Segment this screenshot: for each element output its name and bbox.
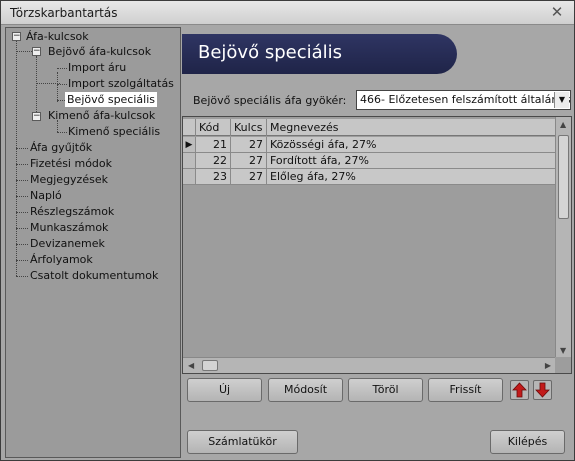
expand-toggle-kimeno-afa-kulcsok[interactable]: −: [32, 112, 41, 121]
scroll-left-icon[interactable]: ◀: [188, 361, 194, 370]
scroll-up-icon[interactable]: ▲: [560, 120, 566, 129]
window-title: Törzskarbantartás: [10, 6, 118, 20]
cell-megnevezes[interactable]: Fordított áfa, 27%: [267, 153, 556, 169]
title-bar[interactable]: Törzskarbantartás ✕: [1, 1, 574, 25]
move-up-button[interactable]: [510, 380, 529, 400]
tree-item-bejovo-specialis[interactable]: Bejövő speciális: [65, 92, 158, 107]
chevron-down-icon[interactable]: ▼: [554, 92, 569, 108]
tree-item-devizanemek[interactable]: Devizanemek: [30, 236, 105, 251]
tree-item-import-szolgaltatas[interactable]: Import szolgáltatás: [68, 76, 174, 91]
cell-kulcs[interactable]: 27: [231, 169, 267, 185]
table-row[interactable]: 22 27 Fordított áfa, 27%: [183, 153, 556, 169]
new-button[interactable]: Új: [187, 378, 262, 402]
vertical-scrollbar[interactable]: ▲ ▼: [555, 117, 571, 357]
arrow-up-icon: [512, 382, 527, 398]
chart-of-accounts-button[interactable]: Számlatükör: [187, 430, 298, 454]
expand-toggle-bejovo-afa-kulcsok[interactable]: −: [32, 47, 41, 56]
move-down-button[interactable]: [533, 380, 552, 400]
horizontal-scroll-thumb[interactable]: [202, 360, 218, 371]
column-header-megnevezes[interactable]: Megnevezés: [267, 119, 556, 136]
vertical-scroll-thumb[interactable]: [558, 135, 569, 219]
arrow-down-icon: [535, 382, 550, 398]
exit-button[interactable]: Kilépés: [490, 430, 565, 454]
column-header-kod[interactable]: Kód: [196, 119, 231, 136]
current-row-indicator: ▶: [183, 137, 196, 153]
scroll-right-icon[interactable]: ▶: [545, 361, 551, 370]
tree-item-munkaszamok[interactable]: Munkaszámok: [30, 220, 108, 235]
tree-item-fizetesi-modok[interactable]: Fizetési módok: [30, 156, 112, 171]
cell-megnevezes[interactable]: Előleg áfa, 27%: [267, 169, 556, 185]
tree-item-megjegyzesek[interactable]: Megjegyzések: [30, 172, 108, 187]
tree-item-csatolt-dokumentumok[interactable]: Csatolt dokumentumok: [30, 268, 158, 283]
tree-item-kimeno-afa-kulcsok[interactable]: Kimenő áfa-kulcsok: [48, 108, 155, 123]
tree-item-import-aru[interactable]: Import áru: [68, 60, 126, 75]
root-account-select[interactable]: 466- Előzetesen felszámított általános f…: [356, 90, 571, 110]
delete-button[interactable]: Töröl: [348, 378, 423, 402]
row-indicator: [183, 169, 196, 185]
cell-kod[interactable]: 21: [196, 137, 231, 153]
refresh-button[interactable]: Frissít: [428, 378, 503, 402]
scroll-down-icon[interactable]: ▼: [560, 346, 566, 355]
expand-toggle-afa-kulcsok[interactable]: −: [12, 32, 21, 41]
page-title: Bejövő speciális: [198, 42, 343, 63]
root-account-value: 466- Előzetesen felszámított általános f…: [360, 93, 571, 106]
tree-item-reszlegszamok[interactable]: Részlegszámok: [30, 204, 114, 219]
modify-button[interactable]: Módosít: [268, 378, 343, 402]
cell-kulcs[interactable]: 27: [231, 137, 267, 153]
table-row[interactable]: ▶ 21 27 Közösségi áfa, 27%: [183, 137, 556, 153]
tree-item-kimeno-specialis[interactable]: Kimenő speciális: [68, 124, 160, 139]
tree-item-bejovo-afa-kulcsok[interactable]: Bejövő áfa-kulcsok: [48, 44, 151, 59]
tree-item-afa-gyujtok[interactable]: Áfa gyűjtők: [30, 140, 92, 155]
row-indicator: [183, 153, 196, 169]
tree-item-naplo[interactable]: Napló: [30, 188, 62, 203]
grid-header: Kód Kulcs Megnevezés: [183, 119, 556, 136]
navigation-tree: − Áfa-kulcsok − Bejövő áfa-kulcsok Impor…: [5, 27, 181, 458]
cell-megnevezes[interactable]: Közösségi áfa, 27%: [267, 137, 556, 153]
vat-codes-grid: Kód Kulcs Megnevezés ▶ 21 27 Közösségi á…: [182, 116, 572, 374]
cell-kulcs[interactable]: 27: [231, 153, 267, 169]
root-account-label: Bejövő speciális áfa gyökér:: [193, 94, 347, 107]
section-header: Bejövő speciális: [182, 34, 457, 74]
cell-kod[interactable]: 22: [196, 153, 231, 169]
table-row[interactable]: 23 27 Előleg áfa, 27%: [183, 169, 556, 185]
close-icon[interactable]: ✕: [548, 4, 566, 21]
row-indicator-header: [183, 119, 196, 136]
tree-item-arfolyamok[interactable]: Árfolyamok: [30, 252, 93, 267]
cell-kod[interactable]: 23: [196, 169, 231, 185]
column-header-kulcs[interactable]: Kulcs: [231, 119, 267, 136]
horizontal-scrollbar[interactable]: ◀ ▶: [183, 357, 555, 373]
main-window: Törzskarbantartás ✕ − Áfa-kulcsok − Bejö…: [0, 0, 575, 461]
tree-item-afa-kulcsok[interactable]: Áfa-kulcsok: [26, 29, 89, 44]
